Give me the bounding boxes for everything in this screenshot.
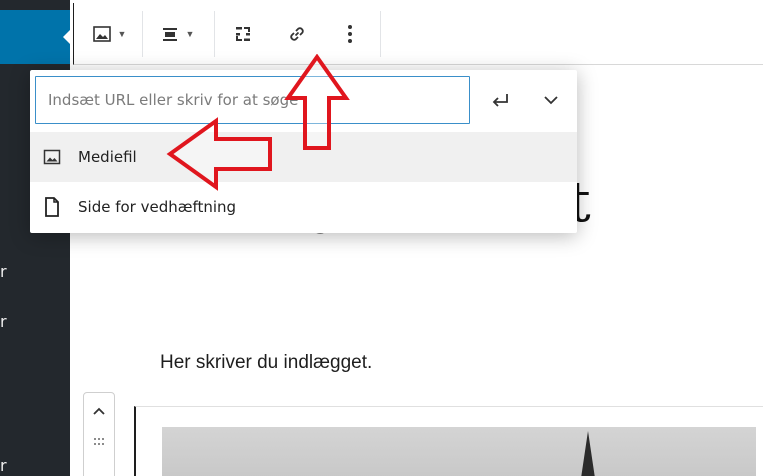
enter-icon: [492, 94, 508, 107]
link-icon: [290, 27, 304, 41]
link-settings-toggle[interactable]: [527, 76, 575, 124]
arrow-left-to-mediefil: [166, 117, 272, 191]
caret-icon: ▼: [185, 29, 195, 39]
sidebar-item-label[interactable]: r: [0, 262, 7, 281]
arrow-up-to-link-button: [284, 54, 350, 150]
suggestion-attachment-page[interactable]: Side for vedhæftning: [30, 182, 577, 232]
toolbar-divider: [380, 11, 381, 57]
chevron-up-icon: [93, 407, 105, 415]
drag-handle[interactable]: [84, 433, 114, 451]
replace-icon: [236, 27, 250, 41]
image-content: [581, 431, 595, 476]
toolbar-divider: [142, 11, 143, 57]
image-icon: [92, 26, 111, 42]
paragraph-block[interactable]: Her skriver du indlægget.: [160, 352, 372, 374]
suggestion-label: Side for vedhæftning: [78, 198, 237, 216]
drag-handle-icon: [94, 438, 104, 445]
editor-screen: r r r ,jrift Her skriver du indlægget.: [0, 0, 763, 476]
toolbar-divider: [214, 11, 215, 57]
page-icon: [45, 197, 59, 217]
align-center-icon: [162, 28, 177, 41]
sidebar-item-label[interactable]: r: [0, 312, 7, 331]
chevron-down-icon: [544, 96, 558, 105]
image-block[interactable]: [134, 406, 763, 476]
image-icon: [43, 149, 61, 165]
image-button[interactable]: ▼: [82, 3, 136, 65]
caret-icon: ▼: [117, 29, 127, 39]
align-button[interactable]: ▼: [150, 3, 204, 65]
block-toolbar: ▼ ▼: [73, 3, 763, 65]
more-vertical-icon: [348, 25, 352, 43]
sidebar-item-label[interactable]: r: [0, 456, 7, 475]
move-up-button[interactable]: [84, 399, 114, 423]
block-mover: [83, 392, 115, 476]
suggestion-label: Mediefil: [78, 148, 137, 166]
submit-link-button[interactable]: [477, 76, 525, 124]
sidebar-active-item[interactable]: [0, 10, 71, 64]
image-preview: [162, 427, 756, 476]
replace-button[interactable]: [220, 3, 266, 65]
